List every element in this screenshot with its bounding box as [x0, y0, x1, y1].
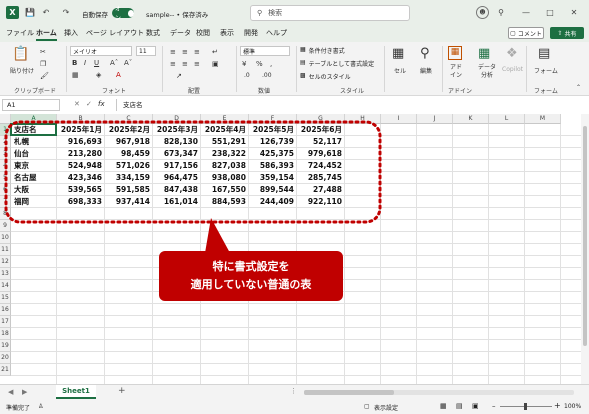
- sheet-tab-label: Sheet1: [62, 387, 90, 395]
- callout-line-2: 適用していない普通の表: [190, 278, 312, 291]
- callout-box: 特に書式設定を 適用していない普通の表: [159, 251, 343, 301]
- display-settings-label[interactable]: 表示設定: [374, 403, 398, 412]
- zoom-slider[interactable]: [500, 403, 552, 410]
- normal-view-icon[interactable]: ▦: [440, 402, 447, 410]
- zoom-out-icon[interactable]: –: [492, 402, 496, 410]
- callout-line-1: 特に書式設定を: [212, 260, 290, 273]
- sheet-tab-bar: ◀ ▶ Sheet1 + ⋮: [0, 384, 589, 400]
- zoom-slider-thumb[interactable]: [524, 403, 527, 410]
- prev-sheet-icon[interactable]: ◀: [8, 388, 13, 396]
- display-settings-icon[interactable]: ▢: [364, 403, 370, 410]
- page-layout-view-icon[interactable]: ▤: [456, 402, 463, 410]
- sheet-tab-sheet1[interactable]: Sheet1: [56, 385, 96, 399]
- highlight-outline: [4, 120, 382, 224]
- zoom-level[interactable]: 100%: [564, 403, 581, 410]
- h-scroll-thumb[interactable]: [304, 390, 394, 395]
- accessibility-icon[interactable]: ♙: [38, 403, 43, 410]
- sheet-menu-icon[interactable]: ⋮: [290, 387, 297, 395]
- annotation-overlay: [4, 120, 382, 253]
- next-sheet-icon[interactable]: ▶: [22, 388, 27, 396]
- status-bar: 準備完了 ♙ ▢ 表示設定 ▦ ▤ ▣ – + 100%: [0, 400, 589, 414]
- horizontal-scrollbar[interactable]: [304, 390, 574, 395]
- page-break-view-icon[interactable]: ▣: [472, 402, 479, 410]
- status-ready: 準備完了: [6, 405, 31, 412]
- zoom-in-icon[interactable]: +: [554, 401, 561, 410]
- add-sheet-icon[interactable]: +: [118, 386, 126, 396]
